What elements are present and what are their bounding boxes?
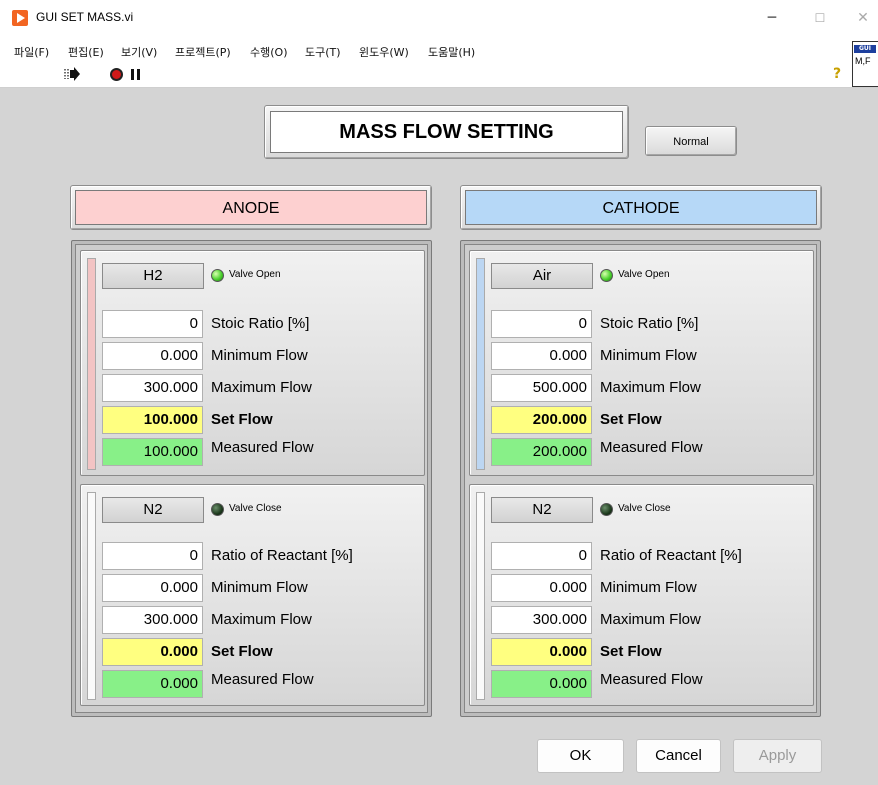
maximum-flow-label: Maximum Flow bbox=[211, 611, 312, 628]
run-arrow-icon[interactable] bbox=[64, 67, 80, 81]
anode-n2-group: N2 Valve Close 0 Ratio of Reactant [%] 0… bbox=[80, 484, 425, 706]
measured-flow-field: 0.000 bbox=[102, 670, 203, 698]
ratio-of-reactant-label: Ratio of Reactant [%] bbox=[600, 547, 742, 564]
maximum-flow-label: Maximum Flow bbox=[600, 379, 701, 396]
valve-led-icon bbox=[600, 269, 613, 282]
pause-icon[interactable] bbox=[131, 69, 140, 80]
minimum-flow-label: Minimum Flow bbox=[211, 347, 308, 364]
minimum-flow-field[interactable]: 0.000 bbox=[491, 574, 592, 602]
valve-status: Valve Close bbox=[229, 503, 282, 514]
cathode-header-label: CATHODE bbox=[465, 190, 817, 225]
toolbar: ? bbox=[0, 62, 878, 88]
valve-status: Valve Close bbox=[618, 503, 671, 514]
menu-operate[interactable]: 수행(O) bbox=[250, 44, 287, 60]
measured-flow-field: 0.000 bbox=[491, 670, 592, 698]
cathode-air-group: Air Valve Open 0 Stoic Ratio [%] 0.000 M… bbox=[469, 250, 814, 476]
color-strip bbox=[87, 258, 96, 470]
minimum-flow-label: Minimum Flow bbox=[600, 579, 697, 596]
measured-flow-field: 100.000 bbox=[102, 438, 203, 466]
stoic-ratio-label: Stoic Ratio [%] bbox=[211, 315, 310, 332]
set-flow-label: Set Flow bbox=[600, 643, 662, 660]
menu-help[interactable]: 도움말(H) bbox=[428, 44, 475, 60]
labview-vi-icon bbox=[12, 10, 28, 26]
measured-flow-label: Measured Flow bbox=[211, 671, 314, 688]
normal-mode-button[interactable]: Normal bbox=[645, 126, 737, 156]
anode-header-label: ANODE bbox=[75, 190, 427, 225]
measured-flow-label: Measured Flow bbox=[600, 671, 703, 688]
minimum-flow-field[interactable]: 0.000 bbox=[491, 342, 592, 370]
maximum-flow-field[interactable]: 300.000 bbox=[102, 374, 203, 402]
cancel-button[interactable]: Cancel bbox=[636, 739, 721, 773]
color-strip bbox=[476, 492, 485, 700]
color-strip bbox=[87, 492, 96, 700]
help-icon[interactable]: ? bbox=[833, 66, 841, 82]
measured-flow-label: Measured Flow bbox=[211, 439, 314, 456]
window-title: GUI SET MASS.vi bbox=[36, 10, 134, 24]
valve-status: Valve Open bbox=[229, 269, 281, 280]
set-flow-field[interactable]: 0.000 bbox=[102, 638, 203, 666]
maximum-flow-label: Maximum Flow bbox=[211, 379, 312, 396]
menu-bar: 파일(F) 편집(E) 보기(V) 프로젝트(P) 수행(O) 도구(T) 윈도… bbox=[0, 40, 878, 62]
close-button[interactable]: ✕ bbox=[851, 6, 875, 30]
minimum-flow-label: Minimum Flow bbox=[600, 347, 697, 364]
page-title-frame: MASS FLOW SETTING bbox=[264, 105, 629, 159]
ratio-of-reactant-field[interactable]: 0 bbox=[102, 542, 203, 570]
abort-execution-icon[interactable] bbox=[110, 68, 123, 81]
apply-button[interactable]: Apply bbox=[733, 739, 822, 773]
menu-tools[interactable]: 도구(T) bbox=[305, 44, 341, 60]
gas-name-air: Air bbox=[491, 263, 593, 289]
cathode-header: CATHODE bbox=[460, 185, 822, 230]
minimum-flow-field[interactable]: 0.000 bbox=[102, 342, 203, 370]
set-flow-field[interactable]: 100.000 bbox=[102, 406, 203, 434]
maximum-flow-field[interactable]: 300.000 bbox=[491, 606, 592, 634]
valve-led-icon bbox=[211, 503, 224, 516]
maximize-button[interactable]: ☐ bbox=[808, 6, 832, 30]
cathode-panel: Air Valve Open 0 Stoic Ratio [%] 0.000 M… bbox=[460, 240, 821, 717]
menu-window[interactable]: 윈도우(W) bbox=[359, 44, 409, 60]
stoic-ratio-field[interactable]: 0 bbox=[102, 310, 203, 338]
ratio-of-reactant-label: Ratio of Reactant [%] bbox=[211, 547, 353, 564]
valve-led-icon bbox=[211, 269, 224, 282]
valve-led-icon bbox=[600, 503, 613, 516]
page-title: MASS FLOW SETTING bbox=[270, 111, 623, 153]
menu-view[interactable]: 보기(V) bbox=[121, 44, 157, 60]
minimum-flow-label: Minimum Flow bbox=[211, 579, 308, 596]
maximum-flow-label: Maximum Flow bbox=[600, 611, 701, 628]
menu-file[interactable]: 파일(F) bbox=[14, 44, 49, 60]
anode-header: ANODE bbox=[70, 185, 432, 230]
measured-flow-label: Measured Flow bbox=[600, 439, 703, 456]
ok-button[interactable]: OK bbox=[537, 739, 624, 773]
color-strip bbox=[476, 258, 485, 470]
minimize-button[interactable]: ─ bbox=[760, 6, 784, 30]
anode-h2-group: H2 Valve Open 0 Stoic Ratio [%] 0.000 Mi… bbox=[80, 250, 425, 476]
maximum-flow-field[interactable]: 300.000 bbox=[102, 606, 203, 634]
menu-edit[interactable]: 편집(E) bbox=[68, 44, 104, 60]
menu-project[interactable]: 프로젝트(P) bbox=[175, 44, 231, 60]
minimum-flow-field[interactable]: 0.000 bbox=[102, 574, 203, 602]
cathode-n2-group: N2 Valve Close 0 Ratio of Reactant [%] 0… bbox=[469, 484, 814, 706]
stoic-ratio-field[interactable]: 0 bbox=[491, 310, 592, 338]
anode-panel: H2 Valve Open 0 Stoic Ratio [%] 0.000 Mi… bbox=[71, 240, 432, 717]
set-flow-field[interactable]: 0.000 bbox=[491, 638, 592, 666]
stoic-ratio-label: Stoic Ratio [%] bbox=[600, 315, 699, 332]
measured-flow-field: 200.000 bbox=[491, 438, 592, 466]
gas-name-n2: N2 bbox=[102, 497, 204, 523]
title-bar: GUI SET MASS.vi ─ ☐ ✕ bbox=[0, 0, 878, 40]
ratio-of-reactant-field[interactable]: 0 bbox=[491, 542, 592, 570]
set-flow-label: Set Flow bbox=[211, 411, 273, 428]
gas-name-n2: N2 bbox=[491, 497, 593, 523]
valve-status: Valve Open bbox=[618, 269, 670, 280]
set-flow-label: Set Flow bbox=[211, 643, 273, 660]
set-flow-label: Set Flow bbox=[600, 411, 662, 428]
set-flow-field[interactable]: 200.000 bbox=[491, 406, 592, 434]
gas-name-h2: H2 bbox=[102, 263, 204, 289]
maximum-flow-field[interactable]: 500.000 bbox=[491, 374, 592, 402]
vi-connector-icon: GUI M,F bbox=[852, 41, 878, 87]
